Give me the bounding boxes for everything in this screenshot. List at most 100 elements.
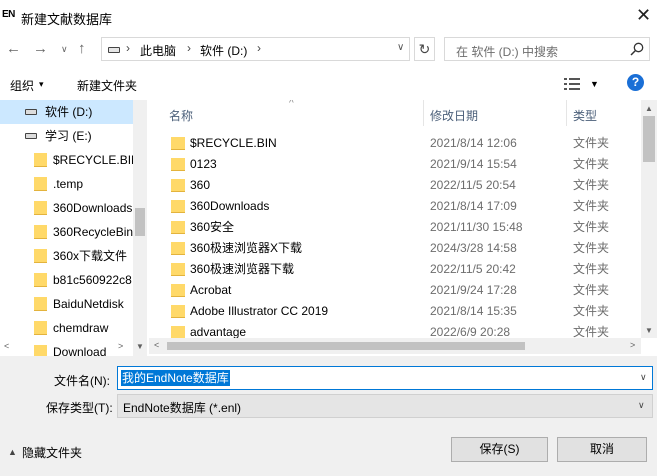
column-divider[interactable] <box>423 100 424 126</box>
folder-icon <box>171 221 185 234</box>
file-modified-date: 2021/8/14 12:06 <box>430 136 517 150</box>
nav-item[interactable]: 360Downloads <box>0 196 133 220</box>
collapse-chevron-icon[interactable]: ▲ <box>8 447 17 457</box>
file-row[interactable]: Adobe Illustrator CC 2019 2021/8/14 15:35… <box>149 301 641 322</box>
file-list[interactable]: ^ 名称 修改日期 类型 $RECYCLE.BIN 2021/8/14 12:06… <box>149 100 641 338</box>
view-details-icon[interactable] <box>564 78 580 90</box>
file-row[interactable]: 0123 2021/9/14 15:54 文件夹 <box>149 154 641 175</box>
scroll-right-icon[interactable]: > <box>630 340 635 350</box>
hide-folders-toggle[interactable]: 隐藏文件夹 <box>22 444 82 461</box>
nav-item[interactable]: BaiduNetdisk <box>0 292 133 316</box>
search-box[interactable]: 在 软件 (D:) 中搜索 <box>444 37 650 61</box>
column-header-name[interactable]: 名称 <box>169 107 193 124</box>
window-title: 新建文献数据库 <box>21 12 113 27</box>
nav-item[interactable]: .temp <box>0 172 133 196</box>
file-name: $RECYCLE.BIN <box>190 136 277 150</box>
recent-locations-chevron-icon[interactable]: ∨ <box>61 44 68 55</box>
folder-icon <box>171 305 185 318</box>
cancel-button[interactable]: 取消 <box>557 437 647 462</box>
file-row[interactable]: $RECYCLE.BIN 2021/8/14 12:06 文件夹 <box>149 133 641 154</box>
file-row[interactable]: 360Downloads 2021/8/14 17:09 文件夹 <box>149 196 641 217</box>
file-name: 360安全 <box>190 220 235 234</box>
save-button[interactable]: 保存(S) <box>451 437 548 462</box>
save-type-dropdown-chevron-icon[interactable]: ∨ <box>638 400 645 411</box>
nav-item-label: Download <box>53 345 107 356</box>
scroll-right-icon[interactable]: > <box>118 341 123 351</box>
organize-dropdown-icon[interactable]: ▾ <box>39 79 44 90</box>
address-bar[interactable]: › 此电脑 › 软件 (D:) › <box>101 37 410 61</box>
file-row[interactable]: 360极速浏览器下载 2022/11/5 20:42 文件夹 <box>149 259 641 280</box>
nav-item-label: 360x下载文件 <box>53 249 128 263</box>
view-dropdown-icon[interactable]: ▼ <box>590 79 599 89</box>
horizontal-scroll-thumb[interactable] <box>167 342 525 350</box>
column-header-date[interactable]: 修改日期 <box>430 107 478 124</box>
scroll-left-icon[interactable]: < <box>154 340 159 350</box>
file-row[interactable]: Acrobat 2021/9/24 17:28 文件夹 <box>149 280 641 301</box>
filename-value[interactable]: 我的EndNote数据库 <box>121 370 230 386</box>
nav-item[interactable]: 360RecycleBin <box>0 220 133 244</box>
file-modified-date: 2024/3/28 14:58 <box>430 241 517 255</box>
file-row[interactable]: advantage 2022/6/9 20:28 文件夹 <box>149 322 641 338</box>
nav-item[interactable]: Download <box>0 340 133 356</box>
drive-icon <box>25 109 37 115</box>
scroll-up-icon[interactable]: ▲ <box>645 104 653 113</box>
up-arrow-icon[interactable]: ↑ <box>78 40 86 57</box>
nav-item[interactable]: 学习 (E:) <box>0 124 133 148</box>
nav-pane-scroll-thumb[interactable] <box>135 208 145 236</box>
file-name: 360 <box>190 178 211 192</box>
back-arrow-icon[interactable]: ← <box>6 40 21 57</box>
scroll-down-icon[interactable]: ▼ <box>645 326 653 335</box>
navigation-pane[interactable]: 软件 (D:) 学习 (E:) $RECYCLE.BIN .temp 360Downlo… <box>0 100 147 356</box>
file-row[interactable]: 360极速浏览器X下载 2024/3/28 14:58 文件夹 <box>149 238 641 259</box>
file-name: Adobe Illustrator CC 2019 <box>190 304 329 318</box>
breadcrumb-separator[interactable]: › <box>187 41 191 55</box>
nav-item[interactable]: $RECYCLE.BIN <box>0 148 133 172</box>
nav-item[interactable]: b81c560922c8 <box>0 268 133 292</box>
filename-input[interactable]: 我的EndNote数据库 ∨ <box>117 366 653 390</box>
drive-icon <box>108 47 120 53</box>
nav-item[interactable]: 软件 (D:) <box>0 100 133 124</box>
file-name: 360极速浏览器X下载 <box>190 241 303 255</box>
file-type: 文件夹 <box>573 220 610 234</box>
refresh-button[interactable]: ↻ <box>414 37 435 61</box>
folder-icon <box>34 297 47 311</box>
file-row[interactable]: 360安全 2021/11/30 15:48 文件夹 <box>149 217 641 238</box>
help-button[interactable]: ? <box>627 74 644 91</box>
forward-arrow-icon[interactable]: → <box>33 40 48 57</box>
save-type-select[interactable]: EndNote数据库 (*.enl) ∨ <box>117 394 653 418</box>
breadcrumb-separator[interactable]: › <box>257 41 261 55</box>
folder-icon <box>34 225 47 239</box>
nav-item[interactable]: 360x下载文件 <box>0 244 133 268</box>
filename-label: 文件名(N): <box>54 374 110 388</box>
nav-item-label: b81c560922c8 <box>53 273 132 287</box>
file-modified-date: 2021/8/14 17:09 <box>430 199 517 213</box>
file-type: 文件夹 <box>573 262 610 276</box>
save-type-value[interactable]: EndNote数据库 (*.enl) <box>123 399 241 416</box>
organize-button[interactable]: 组织 <box>10 77 34 94</box>
address-dropdown-chevron-icon[interactable]: ∨ <box>397 42 404 53</box>
nav-item-label: .temp <box>53 177 84 191</box>
refresh-icon: ↻ <box>418 41 431 57</box>
title-bar: EN 新建文献数据库 ✕ <box>0 0 657 34</box>
breadcrumb-separator[interactable]: › <box>126 41 130 55</box>
column-header-type[interactable]: 类型 <box>573 107 597 124</box>
save-type-label: 保存类型(T): <box>46 401 113 415</box>
scroll-left-icon[interactable]: < <box>4 341 9 351</box>
file-name: 360Downloads <box>190 199 270 213</box>
folder-icon <box>171 179 185 192</box>
breadcrumb-this-pc[interactable]: 此电脑 <box>140 42 176 59</box>
file-modified-date: 2021/9/24 17:28 <box>430 283 517 297</box>
nav-item-label: 学习 (E:) <box>45 129 92 143</box>
new-folder-button[interactable]: 新建文件夹 <box>77 77 137 94</box>
column-divider[interactable] <box>566 100 567 126</box>
file-row[interactable]: 360 2022/11/5 20:54 文件夹 <box>149 175 641 196</box>
file-type: 文件夹 <box>573 283 610 297</box>
close-icon[interactable]: ✕ <box>636 6 651 24</box>
scroll-down-icon[interactable]: ▼ <box>136 342 144 351</box>
filename-dropdown-chevron-icon[interactable]: ∨ <box>640 372 647 383</box>
nav-item[interactable]: chemdraw <box>0 316 133 340</box>
breadcrumb-drive-d[interactable]: 软件 (D:) <box>200 42 247 59</box>
file-list-scroll-thumb[interactable] <box>643 116 655 162</box>
search-placeholder[interactable]: 在 软件 (D:) 中搜索 <box>456 43 558 60</box>
folder-icon <box>171 263 185 276</box>
